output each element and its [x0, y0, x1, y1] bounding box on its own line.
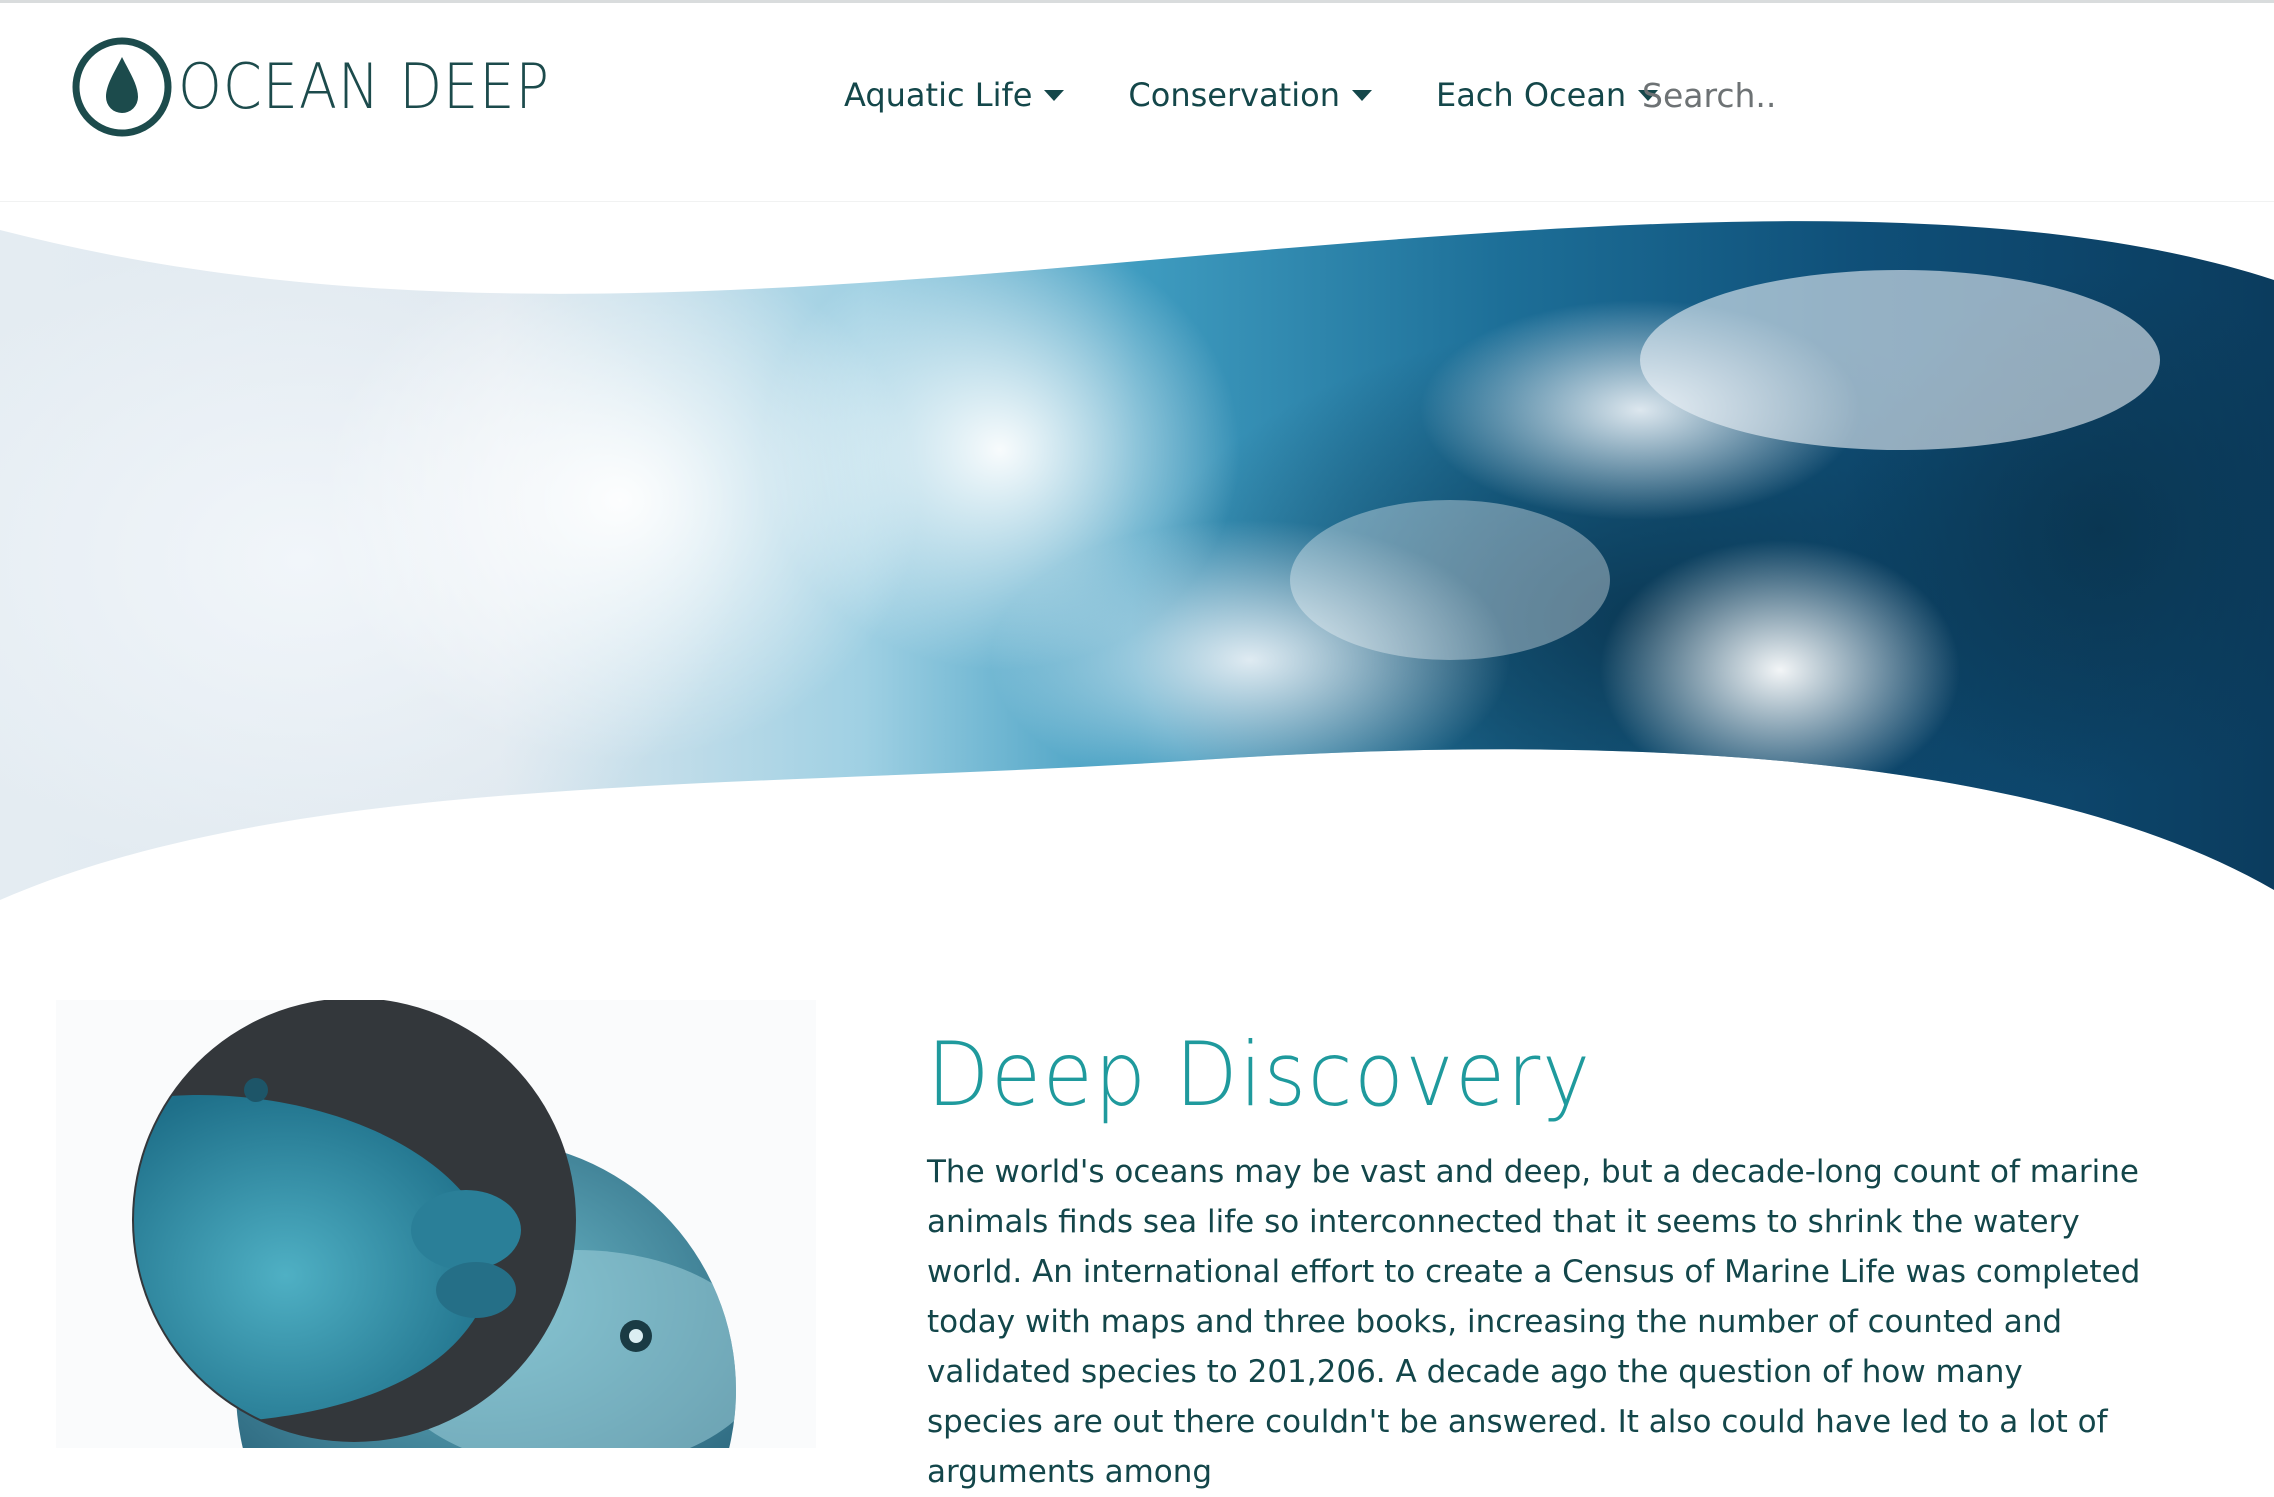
- nav-each-ocean[interactable]: Each Ocean: [1435, 76, 1659, 114]
- water-drop-icon: [72, 37, 172, 137]
- site-header: OCEAN DEEP Aquatic Life Conservation Eac…: [0, 3, 2274, 202]
- main-nav: Aquatic Life Conservation Each Ocean: [844, 65, 1659, 125]
- nav-label: Aquatic Life: [844, 76, 1033, 114]
- nav-label: Each Ocean: [1435, 76, 1627, 114]
- nav-conservation[interactable]: Conservation: [1128, 76, 1372, 114]
- fish-collage: [56, 998, 816, 1497]
- fish-photo-circles: [132, 998, 736, 1497]
- caret-down-icon: [1044, 89, 1065, 101]
- caret-down-icon: [1351, 89, 1372, 101]
- nav-label: Conservation: [1128, 76, 1340, 114]
- brand-name: OCEAN DEEP: [178, 50, 550, 123]
- search-input[interactable]: [1640, 69, 1944, 121]
- hero-wave-banner: [0, 200, 2274, 900]
- section-title: Deep Discovery: [927, 1023, 1592, 1126]
- nav-aquatic-life[interactable]: Aquatic Life: [844, 76, 1065, 114]
- intro-paragraph: The world's oceans may be vast and deep,…: [927, 1154, 2141, 1490]
- ocean-wave-image: [0, 221, 2274, 900]
- intro-section: Deep Discovery The world's oceans may be…: [927, 1015, 2147, 1497]
- site-logo[interactable]: OCEAN DEEP: [70, 35, 591, 139]
